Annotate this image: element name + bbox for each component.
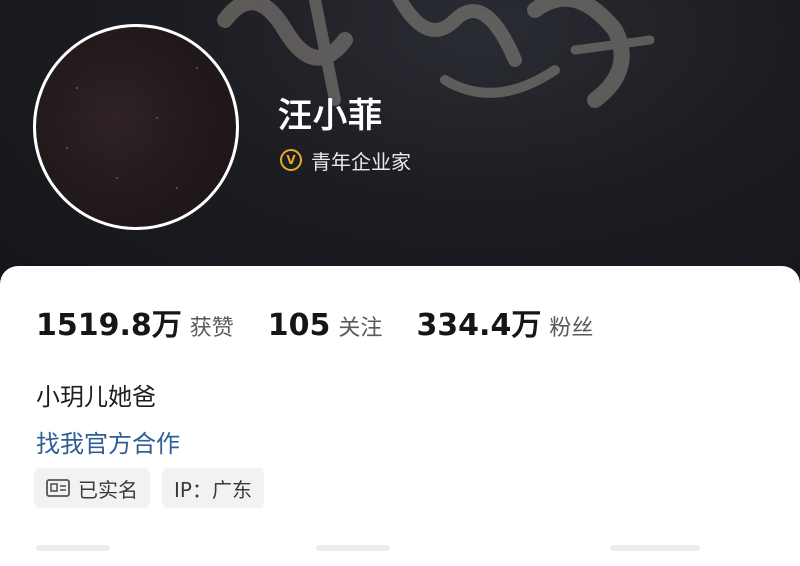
id-card-icon [46, 479, 70, 497]
stats-row: 1519.8万 获赞 105 关注 334.4万 粉丝 [36, 300, 627, 343]
cut-off-button-row [0, 541, 800, 551]
stat-likes[interactable]: 1519.8万 获赞 [36, 300, 234, 344]
real-name-label: 已实名 [78, 477, 138, 502]
ip-location-tag[interactable]: IP：广东 [162, 468, 264, 508]
verification-label: 青年企业家 [311, 149, 411, 174]
stat-following-label: 关注 [338, 316, 383, 341]
header-banner-calligraphy [217, 0, 655, 108]
stat-followers-label: 粉丝 [549, 316, 594, 341]
verified-v-icon: V [280, 149, 302, 171]
profile-tags: 已实名 IP：广东 [34, 468, 276, 508]
profile-name: 汪小菲 [278, 96, 383, 136]
stat-likes-value: 1519.8万 [36, 308, 182, 343]
profile-bio: 小玥儿她爸 [36, 383, 156, 411]
stat-following-value: 105 [267, 308, 331, 343]
cooperation-link[interactable]: 找我官方合作 [36, 424, 180, 459]
profile-header-background: 汪小菲 V 青年企业家 [0, 0, 800, 300]
stat-followers-value: 334.4万 [416, 308, 542, 343]
verification-badge[interactable]: V 青年企业家 [280, 146, 411, 174]
ip-location-label: IP：广东 [174, 477, 252, 502]
avatar[interactable] [33, 24, 239, 230]
real-name-tag[interactable]: 已实名 [34, 468, 150, 508]
stat-likes-label: 获赞 [189, 316, 234, 341]
stat-following[interactable]: 105 关注 [268, 308, 383, 343]
stat-followers[interactable]: 334.4万 粉丝 [416, 300, 593, 344]
